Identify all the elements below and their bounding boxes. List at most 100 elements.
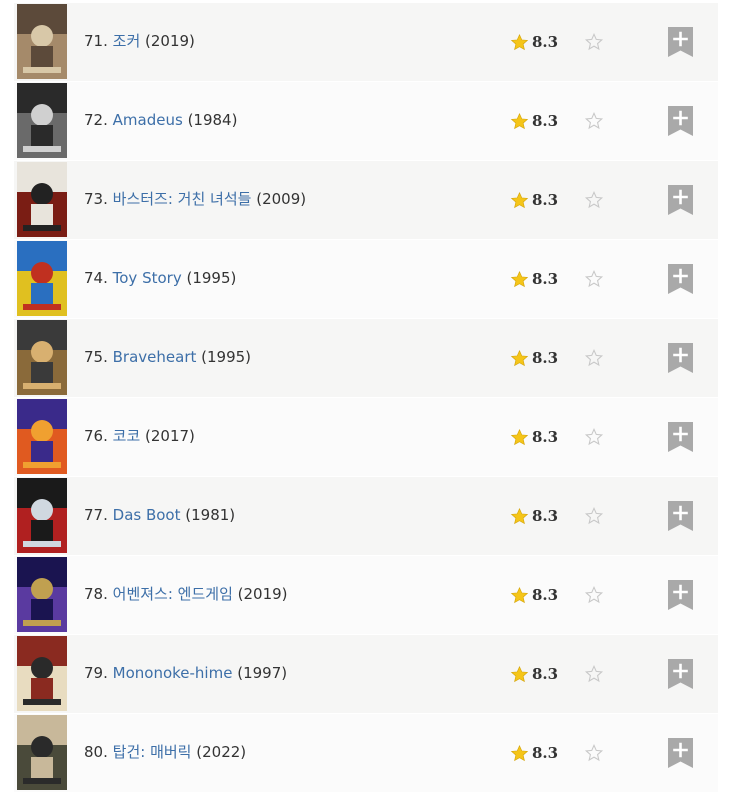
movie-title-link[interactable]: Mononoke-hime [113,664,233,682]
star-outline-icon [584,427,604,446]
title-column: 73. 바스터즈: 거친 녀석들 (2009) [84,189,306,209]
add-to-watchlist-button[interactable] [668,106,693,136]
rating-value: 8.3 [532,665,559,683]
poster-image [17,83,67,158]
movie-title-link[interactable]: 조커 [113,32,141,50]
table-row: 74. Toy Story (1995) 8.3 [14,239,718,318]
rate-this-star-icon[interactable] [584,32,604,52]
imdb-rating: 8.3 [510,268,558,290]
movie-poster[interactable] [17,241,67,316]
title-column: 78. 어벤져스: 엔드게임 (2019) [84,584,288,604]
movie-title-link[interactable]: 탑건: 매버릭 [113,743,192,761]
rating-value: 8.3 [532,270,559,288]
movie-title-link[interactable]: Toy Story [113,269,182,287]
rating-value: 8.3 [532,349,559,367]
bookmark-plus-icon [668,343,693,373]
rating-value: 8.3 [532,191,559,209]
release-year: (1995) [186,269,237,287]
rank-number: 71. [84,32,108,50]
movie-poster[interactable] [17,715,67,790]
rate-this-star-icon[interactable] [584,427,604,447]
star-icon [510,191,529,208]
bookmark-plus-icon [668,580,693,610]
add-to-watchlist-button[interactable] [668,422,693,452]
star-icon [510,744,529,761]
movie-title-link[interactable]: 코코 [113,427,141,445]
rank-number: 79. [84,664,108,682]
release-year: (2022) [196,743,247,761]
add-to-watchlist-button[interactable] [668,27,693,57]
bookmark-plus-icon [668,659,693,689]
title-column: 76. 코코 (2017) [84,426,195,446]
poster-image [17,4,67,79]
poster-image [17,162,67,237]
rate-this-star-icon[interactable] [584,190,604,210]
rating-value: 8.3 [532,33,559,51]
star-outline-icon [584,743,604,762]
rate-this-star-icon[interactable] [584,348,604,368]
table-row: 75. Braveheart (1995) 8.3 [14,318,718,397]
add-to-watchlist-button[interactable] [668,738,693,768]
title-column: 74. Toy Story (1995) [84,268,236,288]
bookmark-plus-icon [668,264,693,294]
movie-poster[interactable] [17,320,67,395]
add-to-watchlist-button[interactable] [668,185,693,215]
release-year: (1984) [187,111,238,129]
table-row: 73. 바스터즈: 거친 녀석들 (2009) 8.3 [14,160,718,239]
rate-this-star-icon[interactable] [584,269,604,289]
rate-this-star-icon[interactable] [584,743,604,763]
rank-number: 73. [84,190,108,208]
movie-title-link[interactable]: Amadeus [113,111,183,129]
movie-poster[interactable] [17,162,67,237]
star-outline-icon [584,32,604,51]
imdb-rating: 8.3 [510,584,558,606]
rank-number: 75. [84,348,108,366]
bookmark-plus-icon [668,106,693,136]
release-year: (2019) [237,585,288,603]
add-to-watchlist-button[interactable] [668,501,693,531]
title-column: 80. 탑건: 매버릭 (2022) [84,742,246,762]
star-icon [510,349,529,366]
rank-number: 72. [84,111,108,129]
movie-title-link[interactable]: 바스터즈: 거친 녀석들 [113,190,252,208]
rank-number: 80. [84,743,108,761]
movie-title-link[interactable]: 어벤져스: 엔드게임 [113,585,233,603]
add-to-watchlist-button[interactable] [668,580,693,610]
release-year: (1995) [201,348,252,366]
rank-number: 78. [84,585,108,603]
movie-title-link[interactable]: Braveheart [113,348,197,366]
rate-this-star-icon[interactable] [584,506,604,526]
bookmark-plus-icon [668,422,693,452]
movie-poster[interactable] [17,399,67,474]
title-column: 71. 조커 (2019) [84,31,195,51]
rate-this-star-icon[interactable] [584,664,604,684]
rating-value: 8.3 [532,586,559,604]
rank-number: 74. [84,269,108,287]
movie-title-link[interactable]: Das Boot [113,506,181,524]
imdb-rating: 8.3 [510,663,558,685]
release-year: (1997) [237,664,288,682]
movie-poster[interactable] [17,557,67,632]
poster-image [17,557,67,632]
star-icon [510,586,529,603]
add-to-watchlist-button[interactable] [668,343,693,373]
add-to-watchlist-button[interactable] [668,264,693,294]
star-outline-icon [584,348,604,367]
star-outline-icon [584,190,604,209]
title-column: 77. Das Boot (1981) [84,505,235,525]
table-row: 79. Mononoke-hime (1997) 8.3 [14,634,718,713]
movie-chart-list: 71. 조커 (2019) 8.3 72. Amadeus (1984) 8.3… [14,2,718,792]
poster-image [17,636,67,711]
star-icon [510,33,529,50]
movie-poster[interactable] [17,83,67,158]
movie-poster[interactable] [17,636,67,711]
imdb-rating: 8.3 [510,189,558,211]
rate-this-star-icon[interactable] [584,585,604,605]
movie-poster[interactable] [17,478,67,553]
movie-poster[interactable] [17,4,67,79]
rate-this-star-icon[interactable] [584,111,604,131]
title-column: 72. Amadeus (1984) [84,110,237,130]
add-to-watchlist-button[interactable] [668,659,693,689]
table-row: 72. Amadeus (1984) 8.3 [14,81,718,160]
imdb-rating: 8.3 [510,742,558,764]
